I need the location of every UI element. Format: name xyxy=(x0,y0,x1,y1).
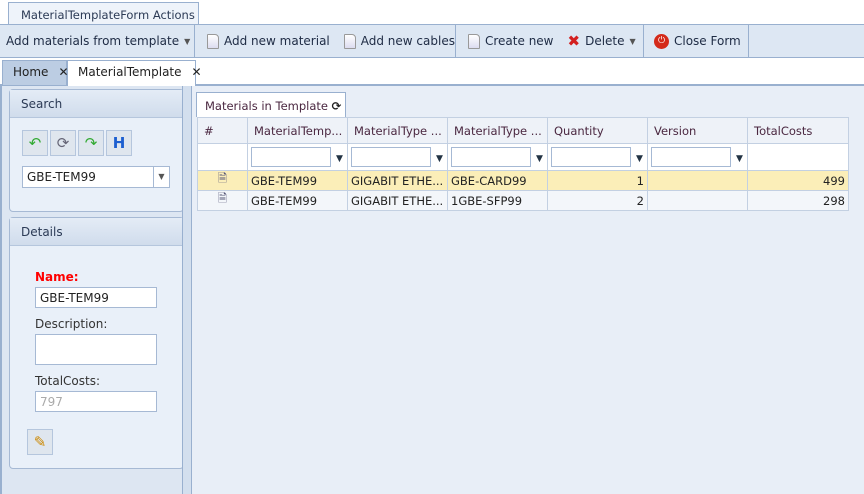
filter-cell: ▼ xyxy=(247,143,348,171)
add-materials-from-template-button[interactable]: Add materials from template ▼ xyxy=(6,34,190,48)
binoculars-icon[interactable]: H xyxy=(106,130,132,156)
column-header[interactable]: MaterialType ... xyxy=(447,117,548,144)
column-header[interactable]: MaterialType ... xyxy=(347,117,448,144)
search-panel: Search ↶ ⟳ ↷ H GBE-TEM99 ▼ xyxy=(9,89,184,212)
button-label: Add new cables xyxy=(360,34,455,48)
cell: 1GBE-SFP99 xyxy=(447,190,548,211)
search-combobox[interactable]: GBE-TEM99 ▼ xyxy=(22,166,170,188)
ribbon-tab-actions[interactable]: MaterialTemplateForm Actions xyxy=(8,2,199,25)
tab-home[interactable]: Home ✕ xyxy=(2,60,69,85)
column-header[interactable]: Quantity xyxy=(547,117,648,144)
filter-icon[interactable]: ▼ xyxy=(436,154,443,164)
add-new-cables-button[interactable]: Add new cables xyxy=(343,33,455,49)
description-field[interactable] xyxy=(35,334,157,365)
cell xyxy=(647,190,748,211)
toolbar: Add materials from template ▼ Add new mat… xyxy=(0,24,864,58)
filter-cell xyxy=(747,143,849,171)
button-label: Delete xyxy=(585,34,625,48)
filter-input[interactable] xyxy=(251,147,331,167)
filter-icon[interactable]: ▼ xyxy=(336,154,343,164)
cell xyxy=(647,170,748,191)
filter-cell: ▼ xyxy=(347,143,448,171)
tab-material-template[interactable]: MaterialTemplate ✕ xyxy=(67,60,202,86)
column-header[interactable]: # xyxy=(197,117,248,144)
cell: 2 xyxy=(547,190,648,211)
table-row[interactable]: 🗎 GBE-TEM99 GIGABIT ETHE... GBE-CARD99 1… xyxy=(197,170,849,191)
tab-label: Home xyxy=(13,65,49,79)
filter-input[interactable] xyxy=(351,147,431,167)
filter-cell xyxy=(197,143,248,171)
cell: GIGABIT ETHE... xyxy=(347,190,448,211)
create-new-button[interactable]: Create new xyxy=(468,33,554,49)
left-sidebar: Search ↶ ⟳ ↷ H GBE-TEM99 ▼ Details Name: … xyxy=(0,86,188,494)
filter-icon[interactable]: ▼ xyxy=(536,154,543,164)
document-icon xyxy=(343,33,356,49)
details-panel: Details Name: GBE-TEM99 Description: Tot… xyxy=(9,217,184,469)
chevron-down-icon[interactable]: ▼ xyxy=(153,167,169,187)
filter-cell: ▼ xyxy=(547,143,648,171)
chevron-down-icon: ▼ xyxy=(184,36,191,46)
table-row[interactable]: 🗎 GBE-TEM99 GIGABIT ETHE... 1GBE-SFP99 2… xyxy=(197,190,849,211)
close-icon[interactable]: ✕ xyxy=(192,65,202,86)
cell: 499 xyxy=(747,170,849,191)
chevron-down-icon: ▼ xyxy=(629,36,636,46)
refresh-icon[interactable]: ⟳ xyxy=(50,130,76,156)
filter-input[interactable] xyxy=(651,147,731,167)
edit-document-icon[interactable]: 🗎 xyxy=(197,170,248,191)
button-label: Create new xyxy=(485,34,554,48)
combobox-value: GBE-TEM99 xyxy=(27,170,96,184)
tab-materials-in-template[interactable]: Materials in Template ⟳ xyxy=(196,92,346,117)
filter-input[interactable] xyxy=(451,147,531,167)
power-icon: ⏻ xyxy=(654,33,669,49)
tab-label: MaterialTemplate xyxy=(78,65,182,79)
cell: GBE-TEM99 xyxy=(247,170,348,191)
grid-area: Materials in Template ⟳ # MaterialTemp..… xyxy=(192,86,864,494)
add-new-material-button[interactable]: Add new material xyxy=(207,33,330,49)
cell: GBE-CARD99 xyxy=(447,170,548,191)
cell: GIGABIT ETHE... xyxy=(347,170,448,191)
filter-input[interactable] xyxy=(551,147,631,167)
panel-title: Details xyxy=(10,218,183,246)
delete-button[interactable]: ✖ Delete ▼ xyxy=(568,32,636,50)
name-field[interactable]: GBE-TEM99 xyxy=(35,287,157,308)
column-header[interactable]: TotalCosts xyxy=(747,117,849,144)
filter-icon[interactable]: ▼ xyxy=(636,154,643,164)
materials-grid: # MaterialTemp... MaterialType ... Mater… xyxy=(197,117,849,211)
cell: 298 xyxy=(747,190,849,211)
totalcosts-field: 797 xyxy=(35,391,157,412)
totalcosts-label: TotalCosts: xyxy=(35,374,100,388)
document-icon xyxy=(207,33,219,49)
document-icon xyxy=(468,33,480,49)
refresh-icon[interactable]: ⟳ xyxy=(332,99,342,113)
filter-cell: ▼ xyxy=(647,143,748,171)
back-arrow-icon[interactable]: ↶ xyxy=(22,130,48,156)
cell: GBE-TEM99 xyxy=(247,190,348,211)
description-label: Description: xyxy=(35,317,108,331)
name-label: Name: xyxy=(35,270,79,284)
splitter-handle[interactable] xyxy=(182,86,192,494)
document-tabs: Home ✕ MaterialTemplate ✕ xyxy=(0,58,864,86)
button-label: Add new material xyxy=(224,34,330,48)
column-header[interactable]: Version xyxy=(647,117,748,144)
filter-icon[interactable]: ▼ xyxy=(736,154,743,164)
forward-arrow-icon[interactable]: ↷ xyxy=(78,130,104,156)
panel-title: Search xyxy=(10,90,183,118)
edit-document-icon[interactable]: 🗎 xyxy=(197,190,248,211)
close-form-button[interactable]: ⏻ Close Form xyxy=(654,33,741,49)
delete-x-icon: ✖ xyxy=(567,32,581,50)
tab-label: Materials in Template xyxy=(205,99,328,113)
button-label: Close Form xyxy=(674,34,741,48)
pencil-edit-icon[interactable]: ✎ xyxy=(27,429,53,455)
filter-cell: ▼ xyxy=(447,143,548,171)
cell: 1 xyxy=(547,170,648,191)
column-header[interactable]: MaterialTemp... xyxy=(247,117,348,144)
button-label: Add materials from template xyxy=(6,34,180,48)
